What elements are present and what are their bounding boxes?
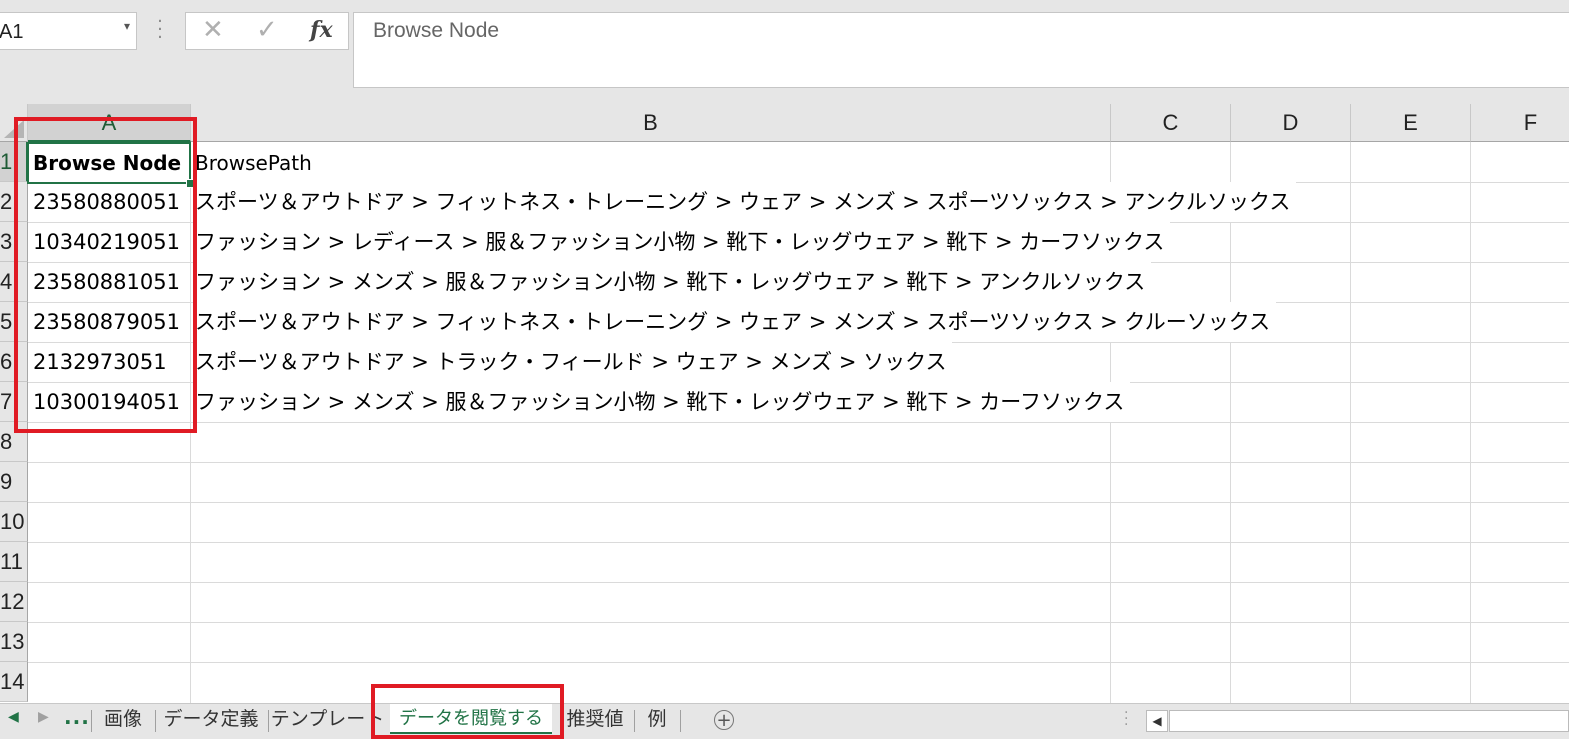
cell-a3[interactable]: 10340219051 — [33, 222, 180, 262]
tab-template[interactable]: テンプレート — [270, 704, 385, 736]
cell-b1[interactable]: BrowsePath — [195, 143, 312, 183]
row-header-14[interactable]: 14 — [0, 662, 28, 702]
more-tabs-button[interactable]: ... — [64, 705, 90, 729]
row-header-6[interactable]: 6 — [0, 342, 28, 382]
cell-b4[interactable]: ファッション > メンズ > 服＆ファッション小物 > 靴下・レッグウェア > … — [195, 262, 1152, 302]
cell-b2[interactable]: スポーツ＆アウトドア > フィットネス・トレーニング > ウェア > メンズ >… — [195, 182, 1297, 222]
cell-a4[interactable]: 23580881051 — [33, 262, 180, 302]
column-header-e[interactable]: E — [1351, 104, 1471, 142]
name-box[interactable]: A1 ▾ — [0, 12, 137, 50]
row-header-10[interactable]: 10 — [0, 502, 28, 542]
cell-a6[interactable]: 2132973051 — [33, 342, 167, 382]
row-header-7[interactable]: 7 — [0, 382, 28, 422]
row-header-3[interactable]: 3 — [0, 222, 28, 262]
cell-b6[interactable]: スポーツ＆アウトドア > トラック・フィールド > ウェア > メンズ > ソッ… — [195, 342, 953, 382]
row-header-8[interactable]: 8 — [0, 422, 28, 462]
cancel-icon[interactable]: ✕ — [202, 15, 224, 45]
chevron-down-icon[interactable]: ▾ — [124, 19, 130, 33]
row-header-13[interactable]: 13 — [0, 622, 28, 662]
select-all-triangle-icon — [4, 120, 24, 138]
row-header-11[interactable]: 11 — [0, 542, 28, 582]
column-header-d[interactable]: D — [1231, 104, 1351, 142]
hscroll-left-button[interactable]: ◀ — [1146, 710, 1168, 732]
insert-function-icon[interactable]: fx — [310, 17, 333, 43]
column-header-a[interactable]: A — [28, 104, 191, 142]
scroll-tabs-right-icon[interactable]: ▶ — [38, 709, 49, 725]
scroll-tabs-left-icon[interactable]: ◀ — [8, 709, 19, 725]
cell-b5[interactable]: スポーツ＆アウトドア > フィットネス・トレーニング > ウェア > メンズ >… — [195, 302, 1277, 342]
tab-image[interactable]: 画像 — [92, 704, 154, 736]
tab-splitter-icon[interactable]: · · · — [1124, 706, 1128, 732]
cell-a7[interactable]: 10300194051 — [33, 382, 180, 422]
tab-browse-data[interactable]: データを閲覧する — [390, 704, 552, 734]
cell-b7[interactable]: ファッション > メンズ > 服＆ファッション小物 > 靴下・レッグウェア > … — [195, 382, 1131, 422]
active-cell-border — [27, 142, 191, 184]
tab-data-definition[interactable]: データ定義 — [156, 704, 266, 736]
add-sheet-button[interactable]: + — [714, 710, 734, 730]
column-header-c[interactable]: C — [1111, 104, 1231, 142]
tab-example[interactable]: 例 — [638, 704, 676, 736]
tab-recommended-values[interactable]: 推奨値 — [560, 704, 630, 736]
sheet-tab-bar: ◀ ▶ ... 画像 データ定義 テンプレート データを閲覧する 推奨値 例 +… — [0, 703, 1569, 739]
column-header-b[interactable]: B — [191, 104, 1111, 142]
formula-buttons: ✕ ✓ fx — [185, 12, 349, 50]
check-icon[interactable]: ✓ — [256, 15, 278, 45]
cell-a2[interactable]: 23580880051 — [33, 182, 180, 222]
fill-handle[interactable] — [186, 179, 195, 188]
formula-bar: A1 ▾ · · · ✕ ✓ fx Browse Node — [0, 0, 1569, 104]
horizontal-scrollbar[interactable] — [1169, 710, 1569, 732]
row-header-5[interactable]: 5 — [0, 302, 28, 342]
row-header-12[interactable]: 12 — [0, 582, 28, 622]
drag-handle-icon[interactable]: · · · — [156, 13, 164, 47]
column-header-f[interactable]: F — [1471, 104, 1569, 142]
row-header-9[interactable]: 9 — [0, 462, 28, 502]
name-box-value: A1 — [0, 21, 24, 43]
formula-text: Browse Node — [373, 19, 500, 42]
cell-a5[interactable]: 23580879051 — [33, 302, 180, 342]
cell-b3[interactable]: ファッション > レディース > 服＆ファッション小物 > 靴下・レッグウェア … — [195, 222, 1171, 262]
formula-input[interactable]: Browse Node — [353, 12, 1569, 88]
row-header-4[interactable]: 4 — [0, 262, 28, 302]
row-header-1[interactable]: 1 — [0, 142, 28, 182]
row-header-2[interactable]: 2 — [0, 182, 28, 222]
